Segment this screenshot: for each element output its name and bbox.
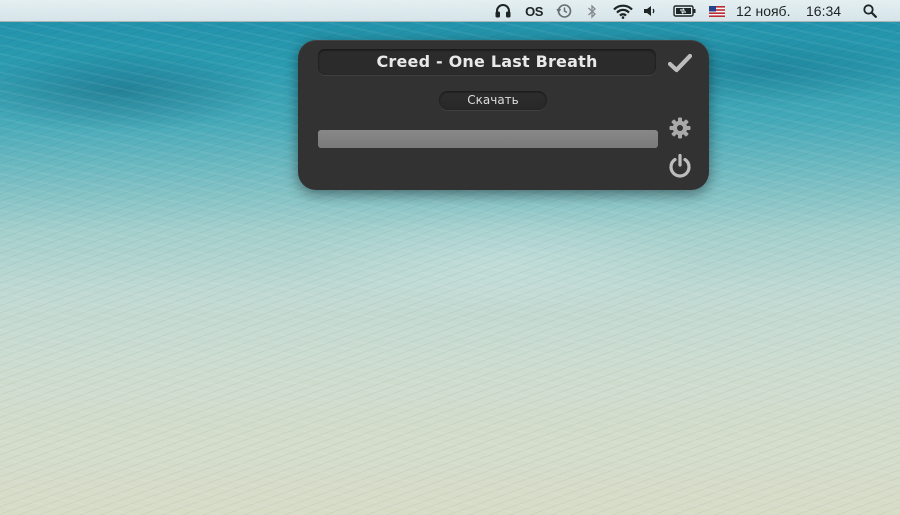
menu-bar: OS 12 нояб. 16:34	[0, 0, 900, 22]
wifi-icon[interactable]	[611, 0, 635, 22]
music-download-popup: Creed - One Last Breath Скачать	[298, 40, 709, 190]
track-title-field[interactable]: Creed - One Last Breath	[318, 49, 656, 75]
headphones-icon[interactable]	[492, 0, 514, 22]
os-status-icon[interactable]: OS	[522, 0, 546, 22]
power-icon	[669, 153, 691, 178]
us-flag-input-icon[interactable]	[707, 0, 727, 22]
spotlight-search-icon[interactable]	[860, 0, 880, 22]
download-button[interactable]: Скачать	[439, 91, 547, 110]
gear-icon	[669, 117, 691, 139]
volume-icon[interactable]	[641, 0, 657, 22]
bluetooth-icon[interactable]	[584, 0, 600, 22]
download-progress-bar	[318, 130, 658, 148]
checkmark-icon	[668, 53, 692, 73]
time-machine-icon[interactable]	[553, 0, 575, 22]
settings-button[interactable]	[667, 116, 693, 140]
menubar-date[interactable]: 12 нояб.	[736, 0, 802, 22]
desktop: OS 12 нояб. 16:34 Creed - One Last Breat…	[0, 0, 900, 515]
confirm-button[interactable]	[666, 50, 694, 76]
download-progress-fill	[318, 130, 658, 148]
battery-icon[interactable]	[672, 0, 698, 22]
quit-button[interactable]	[666, 152, 694, 180]
menubar-clock[interactable]: 16:34	[806, 0, 850, 22]
